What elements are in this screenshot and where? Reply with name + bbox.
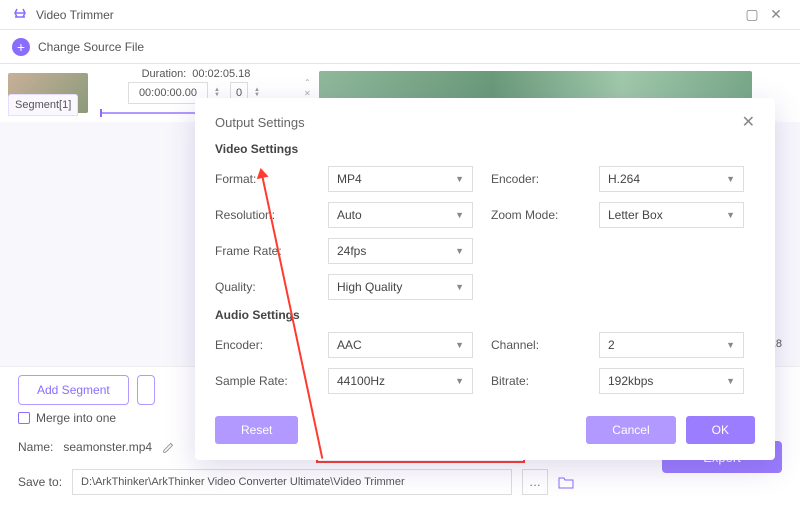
framerate-select[interactable]: 24fps▼ <box>328 238 473 264</box>
samplerate-select[interactable]: 44100Hz▼ <box>328 368 473 394</box>
dialog-close-icon[interactable]: ✕ <box>742 112 755 132</box>
output-settings-dialog: Output Settings ✕ Video Settings Format:… <box>195 98 775 460</box>
browse-path-button[interactable]: … <box>522 469 548 495</box>
dialog-title: Output Settings <box>215 115 305 130</box>
file-name: seamonster.mp4 <box>63 440 152 454</box>
video-encoder-select[interactable]: H.264▼ <box>599 166 744 192</box>
quality-select[interactable]: High Quality▼ <box>328 274 473 300</box>
add-source-button[interactable]: + <box>12 38 30 56</box>
samplerate-label: Sample Rate: <box>215 374 310 388</box>
end-spinner[interactable]: ▲▼ <box>254 88 264 98</box>
channel-label: Channel: <box>491 338 581 352</box>
caret-down-icon: ▼ <box>726 174 735 184</box>
caret-down-icon: ▼ <box>455 340 464 350</box>
reset-button[interactable]: Reset <box>215 416 298 444</box>
open-folder-icon[interactable] <box>558 475 574 489</box>
channel-select[interactable]: 2▼ <box>599 332 744 358</box>
resolution-select[interactable]: Auto▼ <box>328 202 473 228</box>
caret-down-icon: ▼ <box>455 210 464 220</box>
duration-label-row: Duration: 00:02:05.18 <box>142 68 251 80</box>
save-path-input[interactable]: D:\ArkThinker\ArkThinker Video Converter… <box>72 469 512 495</box>
merge-label: Merge into one <box>36 411 116 425</box>
minimize-icon[interactable]: ▢ <box>740 6 764 23</box>
resolution-label: Resolution: <box>215 208 310 222</box>
name-label: Name: <box>18 440 53 454</box>
caret-down-icon: ▼ <box>455 174 464 184</box>
caret-down-icon: ▼ <box>726 210 735 220</box>
segment-tab[interactable]: Segment[1] <box>8 94 78 116</box>
app-title: Video Trimmer <box>36 8 740 22</box>
edit-name-icon[interactable] <box>162 440 176 454</box>
bitrate-select[interactable]: 192kbps▼ <box>599 368 744 394</box>
caret-down-icon: ▼ <box>455 282 464 292</box>
audio-encoder-label: Encoder: <box>215 338 310 352</box>
extra-button[interactable] <box>137 375 155 405</box>
start-spinner[interactable]: ▲▼ <box>214 88 224 98</box>
caret-down-icon: ▼ <box>726 376 735 386</box>
video-settings-heading: Video Settings <box>215 142 755 156</box>
quality-label: Quality: <box>215 280 310 294</box>
ok-button[interactable]: OK <box>686 416 755 444</box>
titlebar: Video Trimmer ▢ ✕ <box>0 0 800 30</box>
video-encoder-label: Encoder: <box>491 172 581 186</box>
caret-down-icon: ▼ <box>455 246 464 256</box>
zoom-mode-label: Zoom Mode: <box>491 208 581 222</box>
format-label: Format: <box>215 172 310 186</box>
merge-checkbox[interactable] <box>18 412 30 424</box>
duration-value: 00:02:05.18 <box>192 68 250 80</box>
add-segment-button[interactable]: Add Segment <box>18 375 129 405</box>
audio-encoder-select[interactable]: AAC▼ <box>328 332 473 358</box>
caret-down-icon: ▼ <box>455 376 464 386</box>
format-select[interactable]: MP4▼ <box>328 166 473 192</box>
audio-settings-heading: Audio Settings <box>215 308 755 322</box>
app-logo-icon <box>12 7 28 23</box>
save-to-label: Save to: <box>18 475 62 489</box>
cancel-button[interactable]: Cancel <box>586 416 675 444</box>
zoom-mode-select[interactable]: Letter Box▼ <box>599 202 744 228</box>
bitrate-label: Bitrate: <box>491 374 581 388</box>
change-source-label[interactable]: Change Source File <box>38 40 144 54</box>
caret-down-icon: ▼ <box>726 340 735 350</box>
framerate-label: Frame Rate: <box>215 244 310 258</box>
duration-label: Duration: <box>142 68 187 80</box>
toolbar: + Change Source File <box>0 30 800 64</box>
close-icon[interactable]: ✕ <box>764 6 788 23</box>
